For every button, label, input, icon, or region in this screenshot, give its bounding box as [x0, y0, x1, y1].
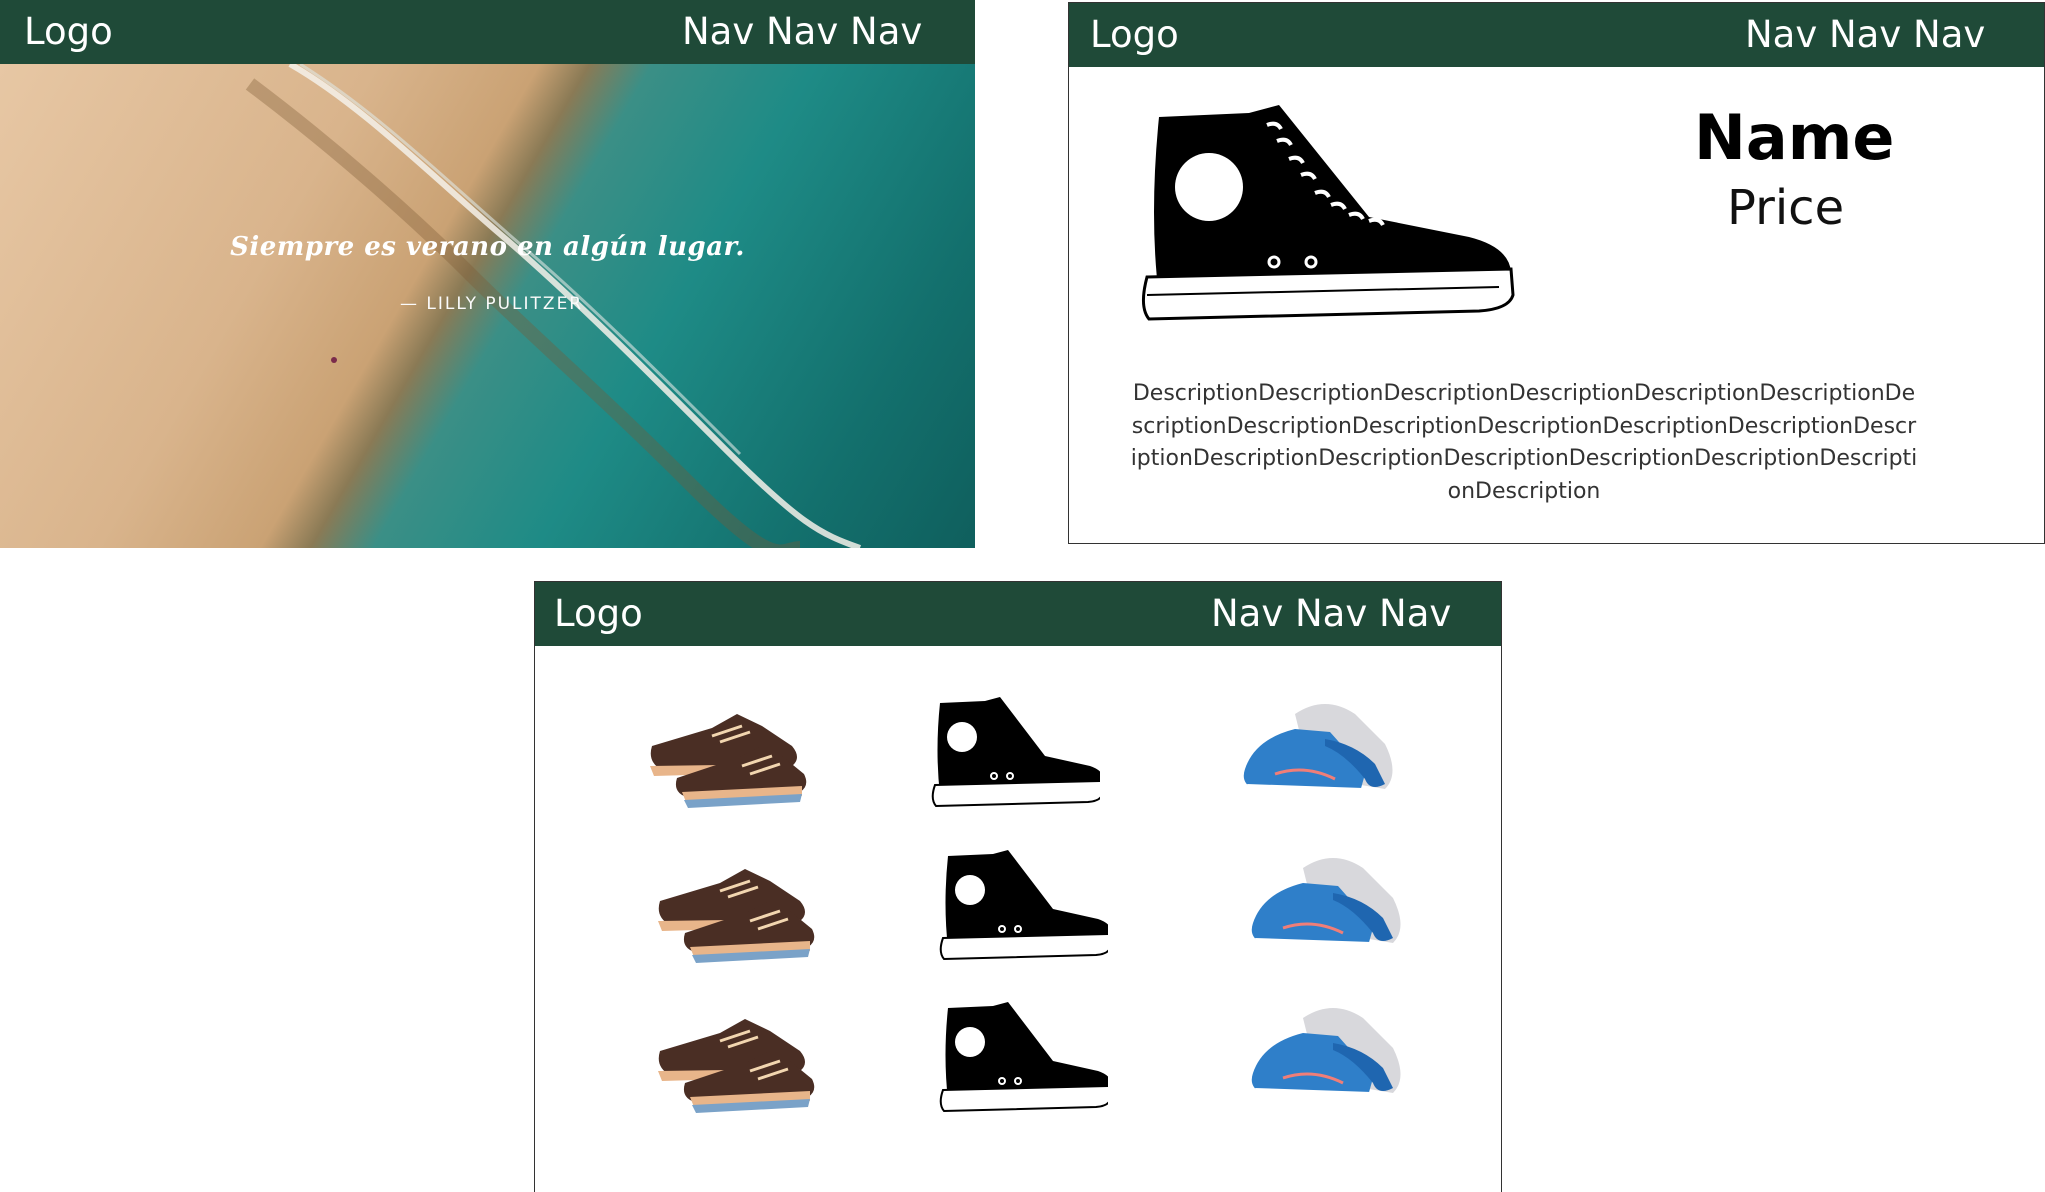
blue-running-shoe-icon[interactable]: [1235, 684, 1405, 814]
blue-running-shoe-icon[interactable]: [1243, 838, 1413, 968]
nav-links[interactable]: Nav Nav Nav: [682, 10, 922, 53]
product-price: Price: [1727, 180, 1845, 236]
brown-sneaker-icon[interactable]: [650, 841, 820, 971]
hero-quote-author: — LILLY PULITZER: [400, 294, 584, 314]
logo[interactable]: Logo: [24, 10, 113, 53]
hero-quote: Siempre es verano en algún lugar.: [230, 232, 745, 262]
logo[interactable]: Logo: [1090, 13, 1179, 56]
logo[interactable]: Logo: [554, 592, 643, 635]
beach-hero-image: Siempre es verano en algún lugar. — LILL…: [0, 64, 975, 548]
person-dot: [331, 357, 337, 363]
product-grid-mockup: Logo Nav Nav Nav: [534, 581, 1502, 1192]
navbar: Logo Nav Nav Nav: [1069, 3, 2044, 67]
black-hightop-sneaker-icon[interactable]: [938, 844, 1108, 974]
landing-hero-mockup: Logo Nav Nav Nav Siempre es verano en al…: [0, 0, 975, 548]
nav-links[interactable]: Nav Nav Nav: [1745, 13, 1985, 56]
product-detail-mockup: Logo Nav Nav Nav Name Price DescriptionD…: [1068, 2, 2045, 544]
navbar: Logo Nav Nav Nav: [0, 0, 975, 64]
brown-sneaker-icon[interactable]: [650, 991, 820, 1121]
black-hightop-sneaker-icon[interactable]: [930, 691, 1100, 821]
product-description: DescriptionDescriptionDescriptionDescrip…: [1130, 381, 1918, 504]
product-name: Name: [1694, 101, 1895, 174]
brown-sneaker-icon[interactable]: [642, 686, 812, 816]
nav-links[interactable]: Nav Nav Nav: [1211, 592, 1451, 635]
black-hightop-sneaker-icon[interactable]: [938, 996, 1108, 1126]
navbar: Logo Nav Nav Nav: [535, 582, 1501, 646]
product-grid: [535, 646, 1501, 1192]
black-hightop-sneaker-icon: [1142, 105, 1515, 321]
blue-running-shoe-icon[interactable]: [1243, 988, 1413, 1118]
